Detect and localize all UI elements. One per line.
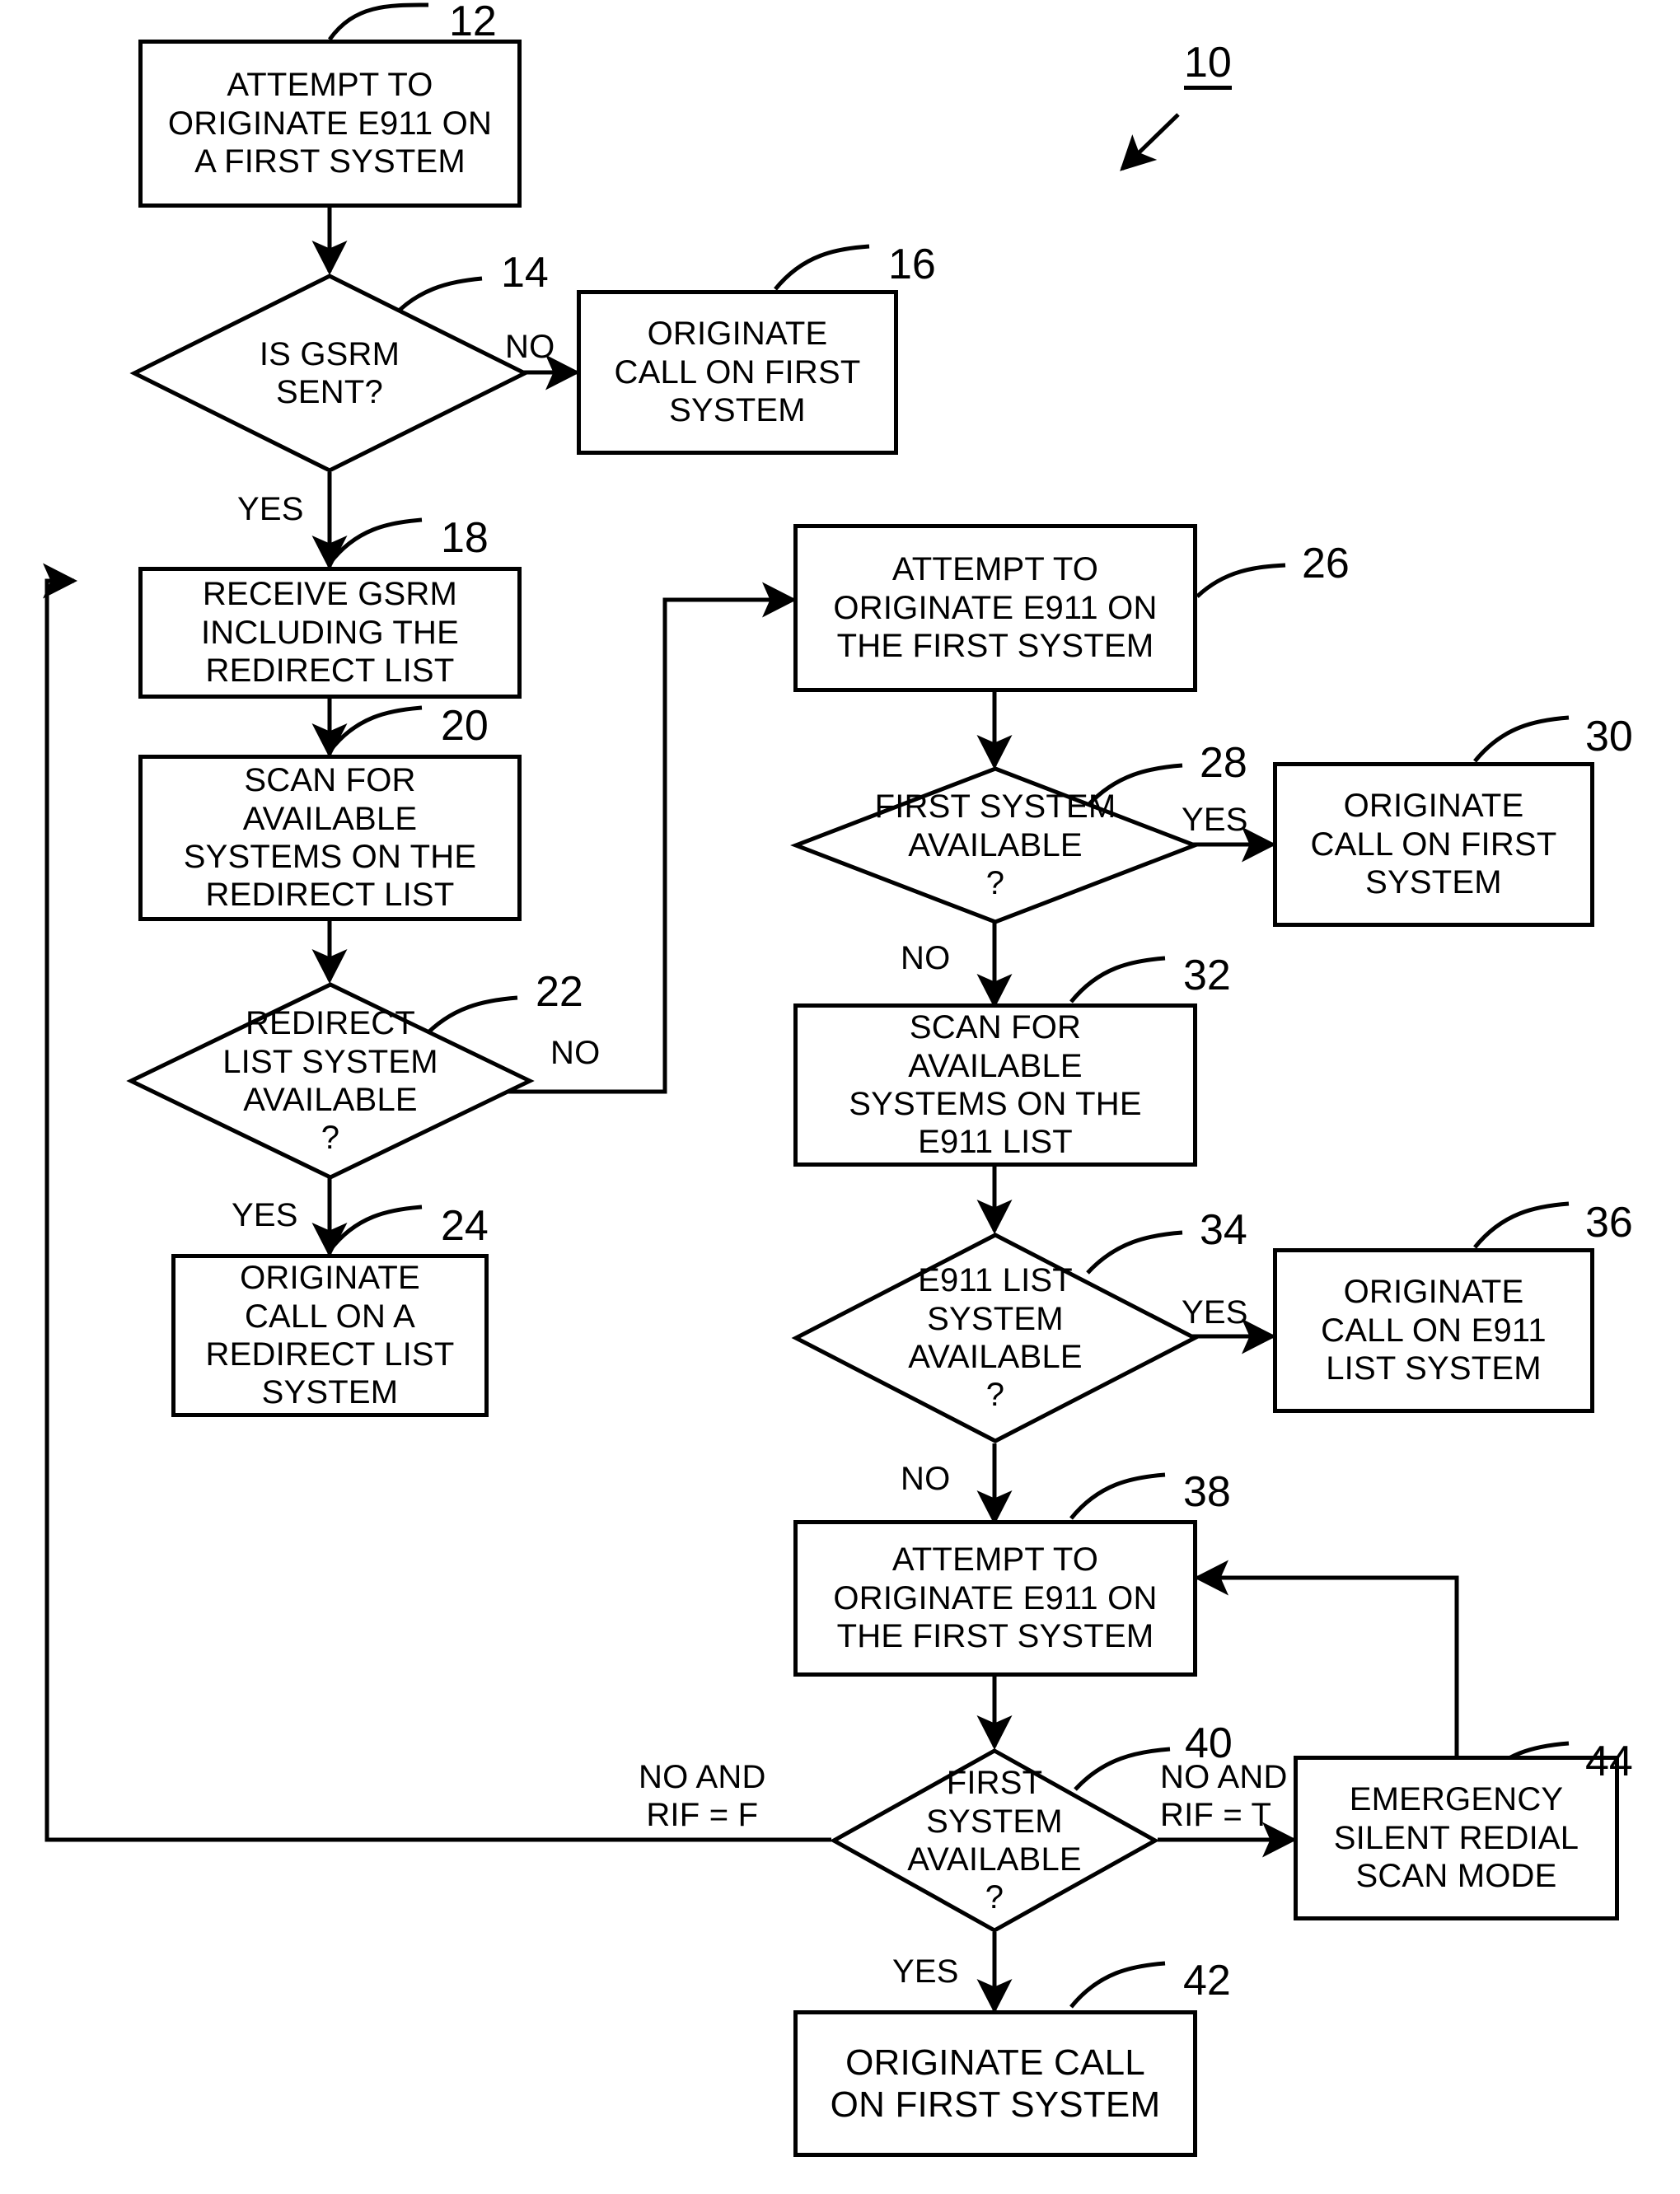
process-box-38[interactable]: ATTEMPT TO ORIGINATE E911 ON THE FIRST S… — [793, 1520, 1197, 1677]
leader-20 — [328, 705, 423, 753]
process-box-16-label: ORIGINATE CALL ON FIRST SYSTEM — [614, 316, 861, 429]
edge-label-34-yes: YES — [1182, 1294, 1248, 1331]
decision-diamond-22-label: REDIRECT LIST SYSTEM AVAILABLE ? — [222, 1005, 438, 1157]
process-box-36-label: ORIGINATE CALL ON E911 LIST SYSTEM — [1321, 1274, 1547, 1387]
leader-30 — [1473, 715, 1570, 763]
leader-12 — [327, 2, 429, 41]
process-box-44[interactable]: EMERGENCY SILENT REDIAL SCAN MODE — [1294, 1756, 1619, 1920]
decision-diamond-14-label: IS GSRM SENT? — [259, 335, 400, 410]
ref-number-22: 22 — [536, 968, 583, 1016]
process-box-30[interactable]: ORIGINATE CALL ON FIRST SYSTEM — [1273, 762, 1594, 927]
edge-label-28-yes: YES — [1182, 802, 1248, 838]
process-box-36[interactable]: ORIGINATE CALL ON E911 LIST SYSTEM — [1273, 1248, 1594, 1413]
ref-number-12: 12 — [449, 0, 497, 45]
leader-42 — [1069, 1961, 1166, 2009]
edge-label-34-no: NO — [901, 1461, 951, 1497]
ref-number-14: 14 — [501, 249, 549, 297]
decision-diamond-40[interactable]: FIRST SYSTEM AVAILABLE ? — [829, 1748, 1160, 1933]
edge-label-40-no-rif-f: NO AND RIF = F — [639, 1759, 766, 1834]
ref-number-38: 38 — [1183, 1468, 1231, 1516]
edge-label-40-yes: YES — [892, 1953, 959, 1990]
ref-number-20: 20 — [441, 702, 489, 750]
leader-26 — [1196, 563, 1286, 598]
process-box-18[interactable]: RECEIVE GSRM INCLUDING THE REDIRECT LIST — [138, 567, 522, 699]
figure-sheet: 10 ATTEMPT TO ORIGINATE E911 ON A FIRST … — [0, 0, 1680, 2194]
ref-number-26: 26 — [1302, 540, 1350, 587]
ref-number-32: 32 — [1183, 952, 1231, 999]
leader-32 — [1069, 956, 1166, 1003]
edge-22-no-to-26 — [506, 582, 798, 1094]
ref-number-18: 18 — [441, 514, 489, 562]
edge-label-22-yes: YES — [232, 1197, 298, 1233]
process-box-38-label: ATTEMPT TO ORIGINATE E911 ON THE FIRST S… — [833, 1541, 1158, 1655]
process-box-42[interactable]: ORIGINATE CALL ON FIRST SYSTEM — [793, 2010, 1197, 2157]
process-box-26-label: ATTEMPT TO ORIGINATE E911 ON THE FIRST S… — [833, 551, 1158, 665]
process-box-16[interactable]: ORIGINATE CALL ON FIRST SYSTEM — [577, 290, 898, 455]
leader-36 — [1473, 1201, 1570, 1249]
ref-number-16: 16 — [888, 241, 936, 288]
decision-diamond-40-label: FIRST SYSTEM AVAILABLE ? — [907, 1765, 1082, 1916]
process-box-26[interactable]: ATTEMPT TO ORIGINATE E911 ON THE FIRST S… — [793, 524, 1197, 692]
process-box-12[interactable]: ATTEMPT TO ORIGINATE E911 ON A FIRST SYS… — [138, 40, 522, 208]
edge-label-28-no: NO — [901, 940, 951, 976]
ref-number-34: 34 — [1200, 1206, 1247, 1254]
process-box-44-label: EMERGENCY SILENT REDIAL SCAN MODE — [1333, 1781, 1579, 1895]
leader-24 — [328, 1205, 423, 1252]
leader-18 — [328, 517, 423, 565]
process-box-42-label: ORIGINATE CALL ON FIRST SYSTEM — [830, 2042, 1161, 2125]
leader-38 — [1069, 1472, 1166, 1520]
process-box-32[interactable]: SCAN FOR AVAILABLE SYSTEMS ON THE E911 L… — [793, 1003, 1197, 1167]
process-box-32-label: SCAN FOR AVAILABLE SYSTEMS ON THE E911 L… — [849, 1009, 1142, 1161]
process-box-18-label: RECEIVE GSRM INCLUDING THE REDIRECT LIST — [200, 576, 459, 690]
ref-number-44: 44 — [1585, 1738, 1633, 1785]
decision-diamond-22[interactable]: REDIRECT LIST SYSTEM AVAILABLE ? — [126, 982, 535, 1180]
ref-number-36: 36 — [1585, 1199, 1633, 1247]
process-box-24-label: ORIGINATE CALL ON A REDIRECT LIST SYSTEM — [205, 1260, 455, 1411]
process-box-30-label: ORIGINATE CALL ON FIRST SYSTEM — [1310, 788, 1557, 901]
process-box-12-label: ATTEMPT TO ORIGINATE E911 ON A FIRST SYS… — [167, 67, 493, 180]
process-box-20-label: SCAN FOR AVAILABLE SYSTEMS ON THE REDIRE… — [183, 762, 477, 914]
decision-diamond-34-label: E911 LIST SYSTEM AVAILABLE ? — [908, 1262, 1083, 1414]
process-box-24[interactable]: ORIGINATE CALL ON A REDIRECT LIST SYSTEM — [171, 1254, 489, 1417]
decision-diamond-28-label: FIRST SYSTEM AVAILABLE ? — [874, 788, 1116, 902]
edge-label-40-no-rif-t: NO AND RIF = T — [1160, 1759, 1288, 1834]
edge-label-22-no: NO — [550, 1035, 601, 1071]
ref-number-28: 28 — [1200, 739, 1247, 787]
decision-diamond-28[interactable]: FIRST SYSTEM AVAILABLE ? — [790, 766, 1200, 924]
leader-figure-10 — [1120, 113, 1180, 171]
decision-diamond-34[interactable]: E911 LIST SYSTEM AVAILABLE ? — [791, 1233, 1200, 1443]
figure-reference-10: 10 — [1184, 41, 1232, 90]
edge-label-14-yes: YES — [237, 491, 304, 527]
process-box-20[interactable]: SCAN FOR AVAILABLE SYSTEMS ON THE REDIRE… — [138, 755, 522, 921]
edge-label-14-no: NO — [505, 329, 555, 365]
ref-number-42: 42 — [1183, 1957, 1231, 2005]
leader-16 — [774, 244, 870, 291]
decision-diamond-14[interactable]: IS GSRM SENT? — [129, 274, 530, 473]
ref-number-24: 24 — [441, 1202, 489, 1250]
ref-number-30: 30 — [1585, 713, 1633, 760]
